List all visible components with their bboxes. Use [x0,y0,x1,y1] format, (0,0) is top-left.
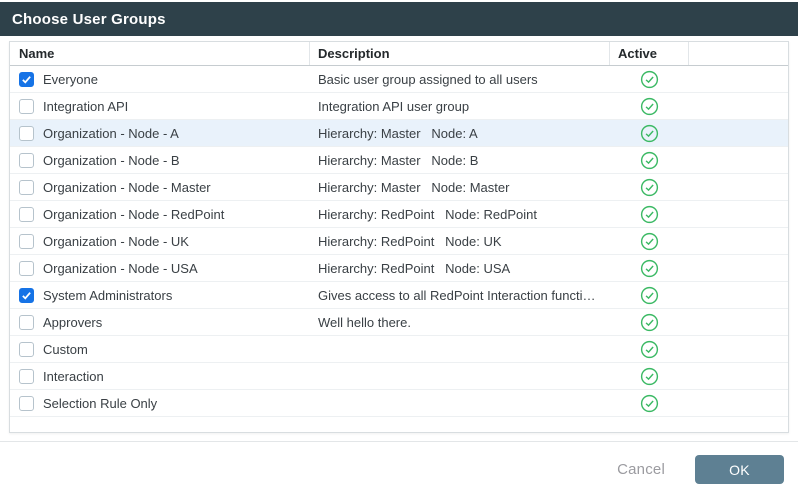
row-checkbox[interactable] [19,369,34,384]
choose-user-groups-dialog: Choose User Groups Name Description Acti… [0,2,798,496]
row-checkbox[interactable] [19,72,34,87]
active-check-icon [640,340,659,359]
table-row[interactable]: Organization - Node - B Hierarchy: Maste… [10,147,788,174]
row-checkbox[interactable] [19,396,34,411]
group-name: Integration API [43,99,128,114]
group-description: Well hello there. [310,315,610,330]
group-description: Hierarchy: Master Node: A [310,126,610,141]
ok-button[interactable]: OK [695,455,784,484]
table-row[interactable]: Integration API Integration API user gro… [10,93,788,120]
table-row[interactable]: Organization - Node - Master Hierarchy: … [10,174,788,201]
group-name: System Administrators [43,288,172,303]
row-checkbox[interactable] [19,126,34,141]
table-row[interactable]: Interaction [10,363,788,390]
group-name: Organization - Node - A [43,126,179,141]
active-check-icon [640,259,659,278]
active-check-icon [640,151,659,170]
dialog-title: Choose User Groups [12,11,166,28]
group-name: Interaction [43,369,104,384]
table-row[interactable]: Custom [10,336,788,363]
row-checkbox[interactable] [19,234,34,249]
row-checkbox[interactable] [19,207,34,222]
active-check-icon [640,178,659,197]
active-check-icon [640,367,659,386]
table-row[interactable]: Selection Rule Only [10,390,788,417]
group-name: Custom [43,342,88,357]
row-checkbox[interactable] [19,180,34,195]
column-header-description: Description [310,42,610,65]
active-check-icon [640,313,659,332]
group-name: Organization - Node - Master [43,180,211,195]
group-name: Organization - Node - B [43,153,180,168]
dialog-titlebar: Choose User Groups [0,2,798,36]
column-header-active: Active [610,42,689,65]
active-check-icon [640,286,659,305]
group-name: Everyone [43,72,98,87]
group-description: Hierarchy: Master Node: B [310,153,610,168]
group-description: Hierarchy: Master Node: Master [310,180,610,195]
group-description: Integration API user group [310,99,610,114]
group-description: Hierarchy: RedPoint Node: UK [310,234,610,249]
active-check-icon [640,394,659,413]
group-name: Selection Rule Only [43,396,157,411]
active-check-icon [640,232,659,251]
table-row[interactable]: System Administrators Gives access to al… [10,282,788,309]
table-row[interactable]: Organization - Node - UK Hierarchy: RedP… [10,228,788,255]
column-header-extra [689,42,788,65]
group-description: Hierarchy: RedPoint Node: RedPoint [310,207,610,222]
row-checkbox[interactable] [19,261,34,276]
active-check-icon [640,97,659,116]
row-checkbox[interactable] [19,153,34,168]
user-groups-table: Name Description Active Everyone Basic u… [9,41,789,433]
dialog-footer: Cancel OK [0,442,798,484]
table-row[interactable]: Organization - Node - USA Hierarchy: Red… [10,255,788,282]
cancel-button[interactable]: Cancel [617,461,665,478]
table-body: Everyone Basic user group assigned to al… [10,66,788,417]
active-check-icon [640,205,659,224]
table-row[interactable]: Organization - Node - RedPoint Hierarchy… [10,201,788,228]
row-checkbox[interactable] [19,315,34,330]
group-name: Approvers [43,315,102,330]
table-row[interactable]: Organization - Node - A Hierarchy: Maste… [10,120,788,147]
group-description: Hierarchy: RedPoint Node: USA [310,261,610,276]
group-name: Organization - Node - UK [43,234,189,249]
group-name: Organization - Node - RedPoint [43,207,224,222]
group-description: Gives access to all RedPoint Interaction… [310,288,610,303]
checkmark-icon [20,289,33,302]
group-description: Basic user group assigned to all users [310,72,610,87]
table-row[interactable]: Everyone Basic user group assigned to al… [10,66,788,93]
row-checkbox[interactable] [19,99,34,114]
table-header: Name Description Active [10,42,788,66]
group-name: Organization - Node - USA [43,261,198,276]
active-check-icon [640,70,659,89]
row-checkbox[interactable] [19,288,34,303]
active-check-icon [640,124,659,143]
row-checkbox[interactable] [19,342,34,357]
table-row[interactable]: Approvers Well hello there. [10,309,788,336]
checkmark-icon [20,73,33,86]
column-header-name: Name [10,42,310,65]
